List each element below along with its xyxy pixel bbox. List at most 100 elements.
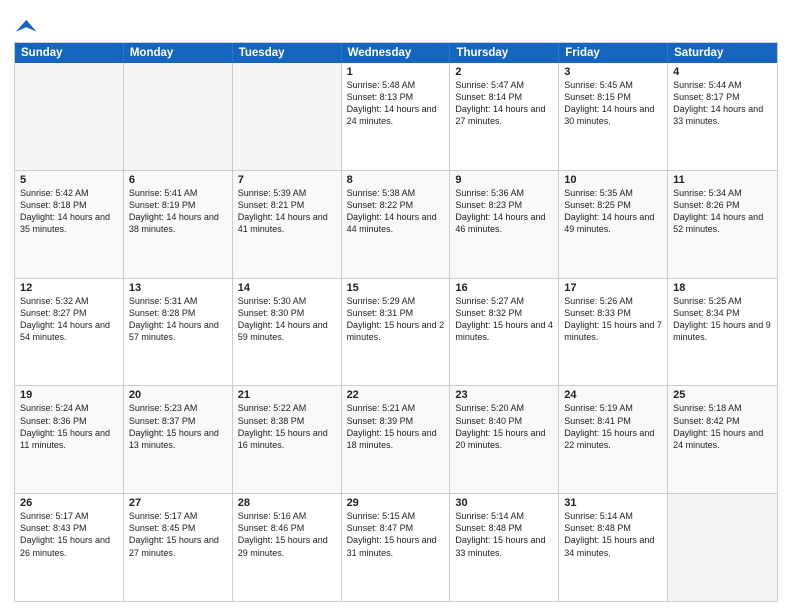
day-number: 17 bbox=[564, 282, 662, 294]
day-info: Sunrise: 5:42 AMSunset: 8:18 PMDaylight:… bbox=[20, 187, 118, 236]
day-number: 12 bbox=[20, 282, 118, 294]
day-number: 26 bbox=[20, 497, 118, 509]
day-number: 31 bbox=[564, 497, 662, 509]
header-day-friday: Friday bbox=[559, 43, 668, 63]
day-number: 29 bbox=[347, 497, 445, 509]
day-info: Sunrise: 5:35 AMSunset: 8:25 PMDaylight:… bbox=[564, 187, 662, 236]
day-info: Sunrise: 5:23 AMSunset: 8:37 PMDaylight:… bbox=[129, 402, 227, 451]
calendar-row-4: 19Sunrise: 5:24 AMSunset: 8:36 PMDayligh… bbox=[15, 385, 777, 493]
day-info: Sunrise: 5:34 AMSunset: 8:26 PMDaylight:… bbox=[673, 187, 772, 236]
header-day-saturday: Saturday bbox=[668, 43, 777, 63]
logo bbox=[14, 14, 38, 36]
day-cell-24: 24Sunrise: 5:19 AMSunset: 8:41 PMDayligh… bbox=[559, 386, 668, 493]
day-number: 16 bbox=[455, 282, 553, 294]
header-day-tuesday: Tuesday bbox=[233, 43, 342, 63]
calendar: SundayMondayTuesdayWednesdayThursdayFrid… bbox=[14, 42, 778, 602]
day-cell-26: 26Sunrise: 5:17 AMSunset: 8:43 PMDayligh… bbox=[15, 494, 124, 601]
day-number: 20 bbox=[129, 389, 227, 401]
day-cell-6: 6Sunrise: 5:41 AMSunset: 8:19 PMDaylight… bbox=[124, 171, 233, 278]
day-info: Sunrise: 5:48 AMSunset: 8:13 PMDaylight:… bbox=[347, 79, 445, 128]
day-cell-25: 25Sunrise: 5:18 AMSunset: 8:42 PMDayligh… bbox=[668, 386, 777, 493]
day-info: Sunrise: 5:27 AMSunset: 8:32 PMDaylight:… bbox=[455, 295, 553, 344]
day-info: Sunrise: 5:30 AMSunset: 8:30 PMDaylight:… bbox=[238, 295, 336, 344]
day-cell-5: 5Sunrise: 5:42 AMSunset: 8:18 PMDaylight… bbox=[15, 171, 124, 278]
day-info: Sunrise: 5:36 AMSunset: 8:23 PMDaylight:… bbox=[455, 187, 553, 236]
day-cell-14: 14Sunrise: 5:30 AMSunset: 8:30 PMDayligh… bbox=[233, 279, 342, 386]
day-number: 21 bbox=[238, 389, 336, 401]
day-cell-28: 28Sunrise: 5:16 AMSunset: 8:46 PMDayligh… bbox=[233, 494, 342, 601]
header-day-wednesday: Wednesday bbox=[342, 43, 451, 63]
day-info: Sunrise: 5:22 AMSunset: 8:38 PMDaylight:… bbox=[238, 402, 336, 451]
day-info: Sunrise: 5:44 AMSunset: 8:17 PMDaylight:… bbox=[673, 79, 772, 128]
day-number: 25 bbox=[673, 389, 772, 401]
calendar-row-1: 1Sunrise: 5:48 AMSunset: 8:13 PMDaylight… bbox=[15, 63, 777, 170]
day-number: 24 bbox=[564, 389, 662, 401]
day-cell-18: 18Sunrise: 5:25 AMSunset: 8:34 PMDayligh… bbox=[668, 279, 777, 386]
header bbox=[14, 10, 778, 36]
day-number: 10 bbox=[564, 174, 662, 186]
day-info: Sunrise: 5:19 AMSunset: 8:41 PMDaylight:… bbox=[564, 402, 662, 451]
day-cell-29: 29Sunrise: 5:15 AMSunset: 8:47 PMDayligh… bbox=[342, 494, 451, 601]
day-number: 9 bbox=[455, 174, 553, 186]
day-number: 3 bbox=[564, 66, 662, 78]
day-info: Sunrise: 5:20 AMSunset: 8:40 PMDaylight:… bbox=[455, 402, 553, 451]
day-cell-15: 15Sunrise: 5:29 AMSunset: 8:31 PMDayligh… bbox=[342, 279, 451, 386]
page: SundayMondayTuesdayWednesdayThursdayFrid… bbox=[0, 0, 792, 612]
day-info: Sunrise: 5:17 AMSunset: 8:43 PMDaylight:… bbox=[20, 510, 118, 559]
day-cell-2: 2Sunrise: 5:47 AMSunset: 8:14 PMDaylight… bbox=[450, 63, 559, 170]
day-info: Sunrise: 5:32 AMSunset: 8:27 PMDaylight:… bbox=[20, 295, 118, 344]
day-number: 15 bbox=[347, 282, 445, 294]
calendar-body: 1Sunrise: 5:48 AMSunset: 8:13 PMDaylight… bbox=[15, 63, 777, 601]
day-info: Sunrise: 5:25 AMSunset: 8:34 PMDaylight:… bbox=[673, 295, 772, 344]
day-cell-17: 17Sunrise: 5:26 AMSunset: 8:33 PMDayligh… bbox=[559, 279, 668, 386]
day-number: 13 bbox=[129, 282, 227, 294]
day-cell-1: 1Sunrise: 5:48 AMSunset: 8:13 PMDaylight… bbox=[342, 63, 451, 170]
header-day-thursday: Thursday bbox=[450, 43, 559, 63]
day-info: Sunrise: 5:21 AMSunset: 8:39 PMDaylight:… bbox=[347, 402, 445, 451]
day-cell-19: 19Sunrise: 5:24 AMSunset: 8:36 PMDayligh… bbox=[15, 386, 124, 493]
day-number: 14 bbox=[238, 282, 336, 294]
day-cell-11: 11Sunrise: 5:34 AMSunset: 8:26 PMDayligh… bbox=[668, 171, 777, 278]
day-cell-31: 31Sunrise: 5:14 AMSunset: 8:48 PMDayligh… bbox=[559, 494, 668, 601]
empty-cell-4-6 bbox=[668, 494, 777, 601]
header-day-monday: Monday bbox=[124, 43, 233, 63]
day-cell-21: 21Sunrise: 5:22 AMSunset: 8:38 PMDayligh… bbox=[233, 386, 342, 493]
day-number: 23 bbox=[455, 389, 553, 401]
day-cell-4: 4Sunrise: 5:44 AMSunset: 8:17 PMDaylight… bbox=[668, 63, 777, 170]
day-number: 2 bbox=[455, 66, 553, 78]
calendar-header: SundayMondayTuesdayWednesdayThursdayFrid… bbox=[15, 43, 777, 63]
day-cell-27: 27Sunrise: 5:17 AMSunset: 8:45 PMDayligh… bbox=[124, 494, 233, 601]
day-number: 6 bbox=[129, 174, 227, 186]
day-number: 11 bbox=[673, 174, 772, 186]
day-cell-13: 13Sunrise: 5:31 AMSunset: 8:28 PMDayligh… bbox=[124, 279, 233, 386]
day-number: 18 bbox=[673, 282, 772, 294]
day-cell-3: 3Sunrise: 5:45 AMSunset: 8:15 PMDaylight… bbox=[559, 63, 668, 170]
day-info: Sunrise: 5:16 AMSunset: 8:46 PMDaylight:… bbox=[238, 510, 336, 559]
day-info: Sunrise: 5:29 AMSunset: 8:31 PMDaylight:… bbox=[347, 295, 445, 344]
day-cell-10: 10Sunrise: 5:35 AMSunset: 8:25 PMDayligh… bbox=[559, 171, 668, 278]
day-cell-9: 9Sunrise: 5:36 AMSunset: 8:23 PMDaylight… bbox=[450, 171, 559, 278]
empty-cell-0-2 bbox=[233, 63, 342, 170]
day-info: Sunrise: 5:47 AMSunset: 8:14 PMDaylight:… bbox=[455, 79, 553, 128]
day-info: Sunrise: 5:24 AMSunset: 8:36 PMDaylight:… bbox=[20, 402, 118, 451]
header-day-sunday: Sunday bbox=[15, 43, 124, 63]
day-cell-20: 20Sunrise: 5:23 AMSunset: 8:37 PMDayligh… bbox=[124, 386, 233, 493]
day-number: 19 bbox=[20, 389, 118, 401]
day-cell-7: 7Sunrise: 5:39 AMSunset: 8:21 PMDaylight… bbox=[233, 171, 342, 278]
day-info: Sunrise: 5:26 AMSunset: 8:33 PMDaylight:… bbox=[564, 295, 662, 344]
day-number: 30 bbox=[455, 497, 553, 509]
day-number: 27 bbox=[129, 497, 227, 509]
day-info: Sunrise: 5:15 AMSunset: 8:47 PMDaylight:… bbox=[347, 510, 445, 559]
day-number: 5 bbox=[20, 174, 118, 186]
day-info: Sunrise: 5:45 AMSunset: 8:15 PMDaylight:… bbox=[564, 79, 662, 128]
day-info: Sunrise: 5:41 AMSunset: 8:19 PMDaylight:… bbox=[129, 187, 227, 236]
day-info: Sunrise: 5:17 AMSunset: 8:45 PMDaylight:… bbox=[129, 510, 227, 559]
day-info: Sunrise: 5:38 AMSunset: 8:22 PMDaylight:… bbox=[347, 187, 445, 236]
day-cell-16: 16Sunrise: 5:27 AMSunset: 8:32 PMDayligh… bbox=[450, 279, 559, 386]
calendar-row-3: 12Sunrise: 5:32 AMSunset: 8:27 PMDayligh… bbox=[15, 278, 777, 386]
calendar-row-5: 26Sunrise: 5:17 AMSunset: 8:43 PMDayligh… bbox=[15, 493, 777, 601]
day-number: 22 bbox=[347, 389, 445, 401]
day-cell-22: 22Sunrise: 5:21 AMSunset: 8:39 PMDayligh… bbox=[342, 386, 451, 493]
day-number: 7 bbox=[238, 174, 336, 186]
day-cell-8: 8Sunrise: 5:38 AMSunset: 8:22 PMDaylight… bbox=[342, 171, 451, 278]
